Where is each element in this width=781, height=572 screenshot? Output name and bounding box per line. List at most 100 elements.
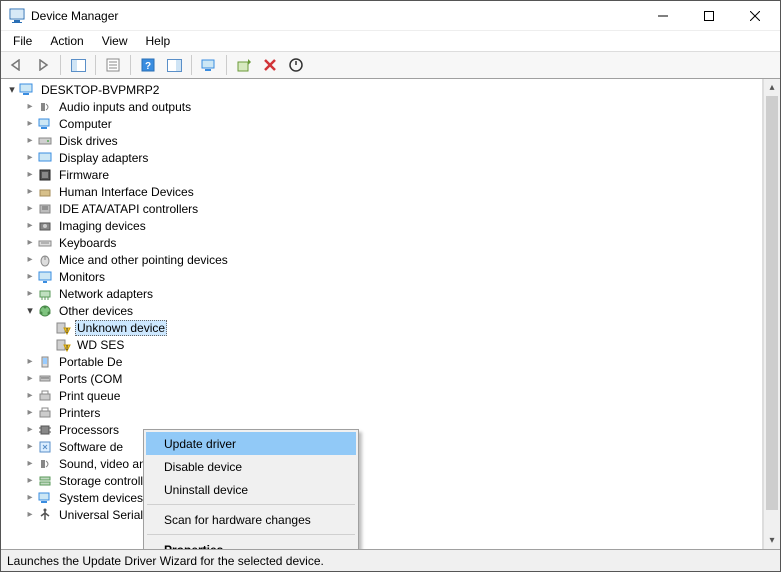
tree-category[interactable]: Other devices [5,302,762,319]
collapse-arrow-icon[interactable] [23,219,37,233]
vertical-scrollbar[interactable]: ▴ ▾ [763,79,780,549]
collapse-arrow-icon[interactable] [23,185,37,199]
uninstall-device-toolbar-button[interactable] [258,54,282,76]
menu-help[interactable]: Help [138,33,179,49]
category-icon [37,252,53,268]
context-uninstall-device[interactable]: Uninstall device [146,478,356,501]
category-icon [37,116,53,132]
content-area: DESKTOP-BVPMRP2 Audio inputs and outputs… [1,79,780,549]
tree-category[interactable]: Human Interface Devices [5,183,762,200]
expand-arrow-icon[interactable] [5,83,19,97]
context-update-driver[interactable]: Update driver [146,432,356,455]
scan-hardware-button[interactable] [197,54,221,76]
category-icon [37,371,53,387]
collapse-arrow-icon[interactable] [23,389,37,403]
collapse-arrow-icon[interactable] [23,168,37,182]
context-disable-device[interactable]: Disable device [146,455,356,478]
tree-category[interactable]: Printers [5,404,762,421]
category-icon [37,235,53,251]
tree-category[interactable]: Computer [5,115,762,132]
warning-device-icon: ! [55,320,71,336]
tree-category[interactable]: Audio inputs and outputs [5,98,762,115]
action-pane-button[interactable] [162,54,186,76]
tree-category[interactable]: Mice and other pointing devices [5,251,762,268]
scroll-thumb[interactable] [766,96,778,510]
tree-category[interactable]: Imaging devices [5,217,762,234]
scroll-down-button[interactable]: ▾ [764,532,780,549]
collapse-arrow-icon[interactable] [23,406,37,420]
scroll-track[interactable] [764,96,780,532]
category-icon [37,184,53,200]
tree-category-label: Computer [57,117,114,131]
tree-category-label: System devices [57,491,145,505]
collapse-arrow-icon[interactable] [23,287,37,301]
menubar: File Action View Help [1,31,780,51]
expand-arrow-icon[interactable] [23,304,37,318]
tree-category[interactable]: Print queue [5,387,762,404]
collapse-arrow-icon[interactable] [23,508,37,522]
context-scan-hardware[interactable]: Scan for hardware changes [146,508,356,531]
tree-category[interactable]: Portable De [5,353,762,370]
tree-category[interactable]: Processors [5,421,762,438]
tree-category[interactable]: IDE ATA/ATAPI controllers [5,200,762,217]
tree-device[interactable]: ! WD SES [5,336,762,353]
forward-button[interactable] [31,54,55,76]
category-icon [37,99,53,115]
close-button[interactable] [732,1,778,31]
collapse-arrow-icon[interactable] [23,355,37,369]
tree-category[interactable]: Universal Serial Bus controllers [5,506,762,523]
show-hide-console-tree-button[interactable] [66,54,90,76]
collapse-arrow-icon[interactable] [23,474,37,488]
device-tree[interactable]: DESKTOP-BVPMRP2 Audio inputs and outputs… [1,79,763,549]
collapse-arrow-icon[interactable] [23,202,37,216]
collapse-arrow-icon[interactable] [23,236,37,250]
menu-file[interactable]: File [5,33,40,49]
collapse-arrow-icon[interactable] [23,253,37,267]
tree-category[interactable]: Sound, video and game controllers [5,455,762,472]
tree-category[interactable]: Firmware [5,166,762,183]
collapse-arrow-icon[interactable] [23,117,37,131]
category-icon [37,218,53,234]
svg-text:!: ! [66,345,68,352]
scroll-up-button[interactable]: ▴ [764,79,780,96]
tree-category[interactable]: Display adapters [5,149,762,166]
maximize-button[interactable] [686,1,732,31]
tree-category-label: Processors [57,423,121,437]
collapse-arrow-icon[interactable] [23,151,37,165]
category-icon [37,422,53,438]
collapse-arrow-icon[interactable] [23,457,37,471]
tree-category-label: Firmware [57,168,111,182]
collapse-arrow-icon[interactable] [23,440,37,454]
tree-device-label: WD SES [75,338,126,352]
tree-category[interactable]: Disk drives [5,132,762,149]
properties-button[interactable] [101,54,125,76]
collapse-arrow-icon[interactable] [23,270,37,284]
category-icon [37,354,53,370]
tree-category[interactable]: Monitors [5,268,762,285]
tree-category[interactable]: Software de [5,438,762,455]
collapse-arrow-icon[interactable] [23,134,37,148]
tree-root[interactable]: DESKTOP-BVPMRP2 [5,81,762,98]
collapse-arrow-icon[interactable] [23,372,37,386]
collapse-arrow-icon[interactable] [23,423,37,437]
category-icon [37,167,53,183]
context-properties[interactable]: Properties [146,538,356,549]
collapse-arrow-icon[interactable] [23,491,37,505]
tree-category[interactable]: Storage controllers [5,472,762,489]
tree-category[interactable]: System devices [5,489,762,506]
update-driver-toolbar-button[interactable] [232,54,256,76]
menu-action[interactable]: Action [42,33,91,49]
tree-category[interactable]: Keyboards [5,234,762,251]
computer-icon [19,82,35,98]
help-button[interactable]: ? [136,54,160,76]
back-button[interactable] [5,54,29,76]
minimize-button[interactable] [640,1,686,31]
disable-device-toolbar-button[interactable] [284,54,308,76]
tree-device[interactable]: !Unknown device [5,319,762,336]
collapse-arrow-icon[interactable] [23,100,37,114]
tree-category[interactable]: Ports (COM [5,370,762,387]
category-icon [37,150,53,166]
tree-category-label: Human Interface Devices [57,185,196,199]
tree-category[interactable]: Network adapters [5,285,762,302]
menu-view[interactable]: View [94,33,136,49]
